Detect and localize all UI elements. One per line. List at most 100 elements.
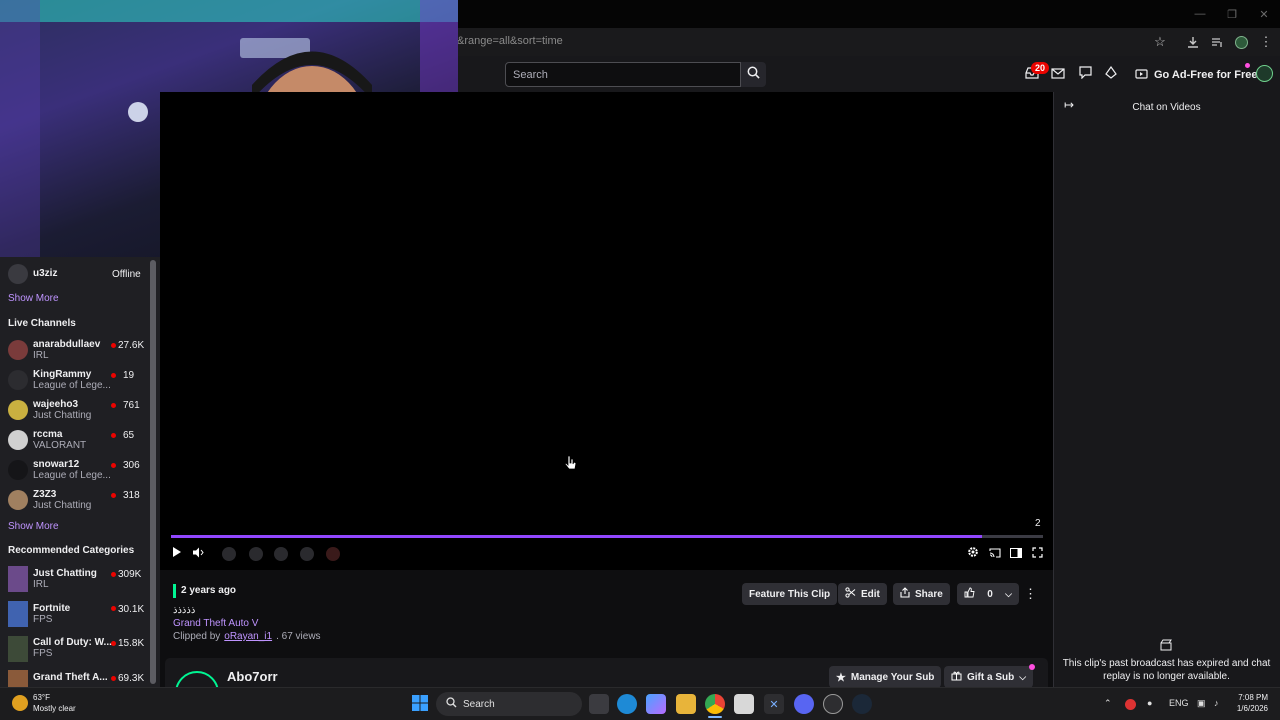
channel-avatar[interactable] bbox=[8, 490, 28, 510]
channel-avatar[interactable] bbox=[8, 370, 28, 390]
ad-free-indicator-dot bbox=[1245, 63, 1250, 68]
sidebar-channel-name[interactable]: Z3Z3 bbox=[33, 489, 56, 500]
category-tag[interactable]: FPS bbox=[33, 614, 52, 625]
share-button[interactable]: Share bbox=[893, 583, 950, 605]
sidebar-channel-name[interactable]: wajeeho3 bbox=[33, 399, 78, 410]
category-name[interactable]: Just Chatting bbox=[33, 568, 97, 579]
video-player[interactable] bbox=[160, 92, 1053, 570]
sidebar-scrollbar[interactable] bbox=[150, 260, 156, 684]
category-tag[interactable]: FPS bbox=[33, 648, 52, 659]
store-icon[interactable] bbox=[734, 694, 754, 714]
extension-icon[interactable] bbox=[326, 547, 340, 561]
chevron-up-icon[interactable]: ⌃ bbox=[1104, 698, 1112, 709]
clipper-link[interactable]: oRayan_i1 bbox=[224, 631, 272, 642]
show-more-link[interactable]: Show More bbox=[8, 293, 59, 304]
channel-name[interactable]: Abo7orr bbox=[227, 669, 278, 684]
whispers-button[interactable] bbox=[1048, 65, 1068, 85]
fullscreen-button[interactable] bbox=[1028, 545, 1046, 563]
sidebar-channel-name[interactable]: snowar12 bbox=[33, 459, 79, 470]
app-icon[interactable] bbox=[823, 694, 843, 714]
clip-accent-bar bbox=[173, 584, 176, 598]
settings-button[interactable] bbox=[964, 545, 982, 563]
sidebar-channel-name[interactable]: KingRammy bbox=[33, 369, 91, 380]
chrome-icon[interactable] bbox=[705, 694, 725, 714]
task-view-icon[interactable] bbox=[589, 694, 609, 714]
live-indicator-icon bbox=[111, 373, 116, 378]
chat-panel bbox=[1053, 92, 1280, 687]
tray-app-icon[interactable] bbox=[1125, 699, 1136, 710]
live-indicator-icon bbox=[111, 572, 116, 577]
manage-sub-button[interactable]: ★ Manage Your Sub bbox=[829, 666, 942, 688]
user-avatar[interactable] bbox=[1256, 65, 1273, 82]
microphone-icon[interactable]: ● bbox=[1147, 698, 1152, 708]
clip-game-link[interactable]: Grand Theft Auto V bbox=[173, 618, 258, 629]
search-input[interactable]: Search bbox=[505, 62, 741, 87]
volume-icon[interactable]: ♪ bbox=[1214, 698, 1219, 708]
extension-icon[interactable] bbox=[222, 547, 236, 561]
bits-button[interactable] bbox=[1101, 65, 1121, 85]
channel-avatar[interactable] bbox=[8, 340, 28, 360]
category-boxart[interactable] bbox=[8, 566, 28, 592]
channel-avatar[interactable] bbox=[8, 264, 28, 284]
edit-button[interactable]: Edit bbox=[838, 583, 887, 605]
clip-meta: Clipped by oRayan_i1 . 67 views bbox=[173, 631, 321, 642]
gift-sub-button[interactable]: Gift a Sub ⌵ bbox=[944, 666, 1034, 688]
chevron-down-icon[interactable]: ⌵ bbox=[1005, 589, 1012, 600]
channel-avatar[interactable] bbox=[175, 671, 219, 687]
close-icon[interactable]: ✕ bbox=[1248, 0, 1280, 28]
cast-button[interactable] bbox=[986, 545, 1004, 563]
edge-icon[interactable] bbox=[617, 694, 637, 714]
category-name[interactable]: Fortnite bbox=[33, 603, 70, 614]
sidebar-channel-name[interactable]: rccma bbox=[33, 429, 62, 440]
cast-icon bbox=[989, 545, 1001, 563]
restore-icon[interactable]: ❐ bbox=[1216, 0, 1248, 28]
clock-time[interactable]: 7:08 PM bbox=[1234, 693, 1268, 702]
weather-temp[interactable]: 63°F bbox=[33, 693, 50, 702]
category-name[interactable]: Call of Duty: W... bbox=[33, 637, 112, 648]
url-text[interactable]: &range=all&sort=time bbox=[457, 35, 563, 47]
category-boxart[interactable] bbox=[8, 601, 28, 627]
download-icon[interactable] bbox=[1184, 33, 1202, 51]
weather-desc[interactable]: Mostly clear bbox=[33, 704, 76, 713]
steam-icon[interactable] bbox=[852, 694, 872, 714]
menu-icon[interactable]: ⋮ bbox=[1257, 33, 1275, 51]
channel-avatar[interactable] bbox=[8, 460, 28, 480]
play-button[interactable] bbox=[168, 545, 186, 563]
go-ad-free-button[interactable]: Go Ad-Free for Free bbox=[1129, 64, 1264, 86]
start-button[interactable] bbox=[410, 694, 430, 714]
media-control-icon[interactable] bbox=[1208, 33, 1226, 51]
category-boxart[interactable] bbox=[8, 636, 28, 662]
language-indicator[interactable]: ENG bbox=[1169, 698, 1189, 708]
category-boxart[interactable] bbox=[8, 670, 28, 687]
show-more-link[interactable]: Show More bbox=[8, 521, 59, 532]
sidebar-channel-name[interactable]: u3ziz bbox=[33, 268, 57, 279]
channel-avatar[interactable] bbox=[8, 430, 28, 450]
ad-free-label: Go Ad-Free for Free bbox=[1154, 69, 1258, 81]
capcut-icon[interactable]: ✕ bbox=[764, 694, 784, 714]
clock-date[interactable]: 1/6/2026 bbox=[1230, 704, 1268, 713]
weather-icon[interactable] bbox=[12, 695, 28, 711]
copilot-icon[interactable] bbox=[646, 694, 666, 714]
file-explorer-icon[interactable] bbox=[676, 694, 696, 714]
category-name[interactable]: Grand Theft A... bbox=[33, 672, 108, 683]
feature-clip-button[interactable]: Feature This Clip bbox=[742, 583, 838, 605]
theatre-mode-button[interactable] bbox=[1007, 545, 1025, 563]
taskbar-search[interactable]: Search bbox=[436, 692, 582, 716]
profile-icon[interactable] bbox=[1232, 33, 1250, 51]
mute-button[interactable] bbox=[189, 545, 207, 563]
minimize-icon[interactable]: — bbox=[1184, 0, 1216, 28]
like-button-group[interactable]: 0 ⌵ bbox=[957, 583, 1019, 605]
extension-icon[interactable] bbox=[249, 547, 263, 561]
more-options-icon[interactable]: ⋮ bbox=[1024, 586, 1037, 602]
channel-avatar[interactable] bbox=[8, 400, 28, 420]
extension-icon[interactable] bbox=[274, 547, 288, 561]
thumbs-up-icon[interactable] bbox=[964, 587, 975, 601]
category-tag[interactable]: IRL bbox=[33, 579, 49, 590]
chat-bubble-button[interactable] bbox=[1075, 65, 1095, 85]
sidebar-channel-name[interactable]: anarabdullaev bbox=[33, 339, 100, 350]
network-icon[interactable]: ▣ bbox=[1197, 698, 1206, 709]
extension-icon[interactable] bbox=[300, 547, 314, 561]
star-icon[interactable]: ☆ bbox=[1151, 33, 1169, 51]
discord-icon[interactable] bbox=[794, 694, 814, 714]
search-button[interactable] bbox=[741, 62, 766, 87]
